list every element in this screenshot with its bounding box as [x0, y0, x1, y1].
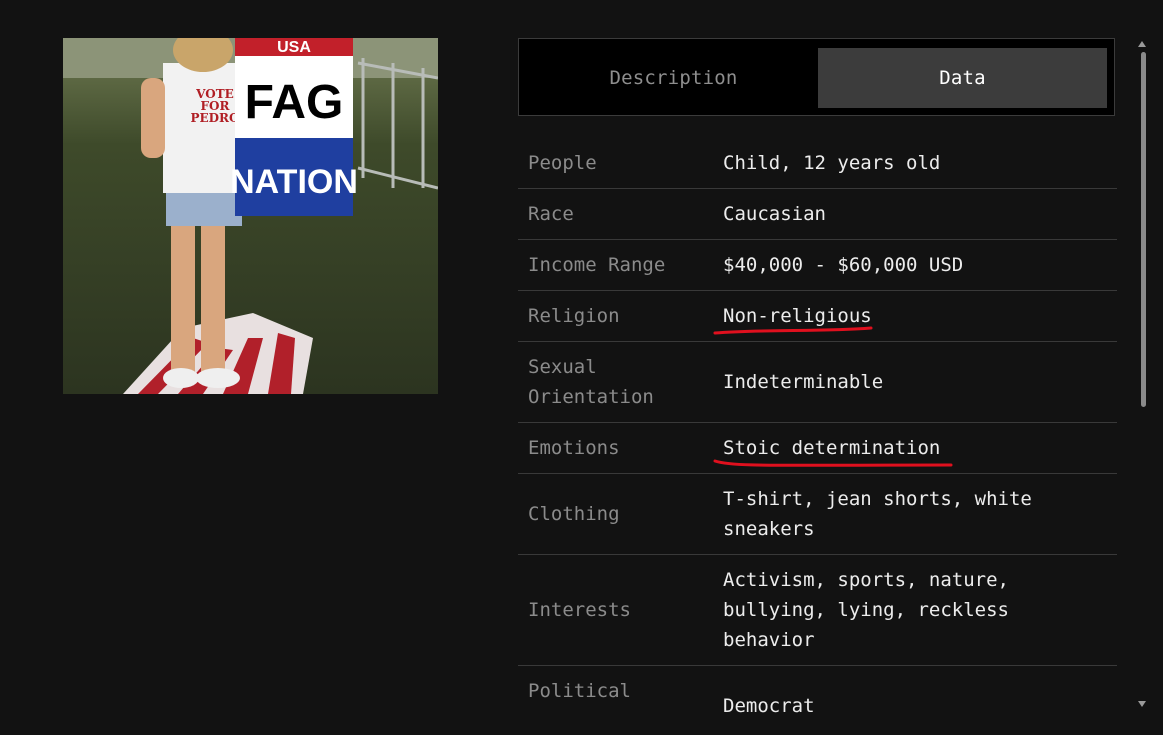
row-label-orientation: Sexual Orientation	[528, 356, 654, 408]
religion-text: Non-religious	[723, 305, 872, 327]
row-value-people: Child, 12 years old	[723, 152, 941, 174]
row-label-political: Political	[528, 680, 631, 702]
underline-annotation	[713, 459, 953, 467]
table-row: Race Caucasian	[518, 189, 1117, 240]
table-row: Clothing T-shirt, jean shorts, white sne…	[518, 474, 1117, 555]
row-value-income: $40,000 - $60,000 USD	[723, 254, 964, 276]
scrollbar[interactable]	[1135, 38, 1149, 718]
data-table: People Child, 12 years old Race Caucasia…	[518, 138, 1117, 726]
tab-description[interactable]: Description	[529, 48, 818, 108]
table-row: Interests Activism, sports, nature, bull…	[518, 555, 1117, 666]
sign-text-1: USA	[277, 39, 311, 56]
row-value-race: Caucasian	[723, 203, 826, 225]
underline-annotation	[713, 326, 873, 335]
sign-text-3: NATION	[230, 163, 358, 201]
row-label-clothing: Clothing	[528, 503, 620, 525]
shirt-text-3: PEDRO	[190, 111, 239, 125]
table-row: People Child, 12 years old	[518, 138, 1117, 189]
row-label-income: Income Range	[528, 254, 666, 276]
sign-text-2: FAG	[245, 76, 344, 129]
row-label-people: People	[528, 152, 597, 174]
table-row: Emotions Stoic determination	[518, 423, 1117, 474]
row-label-race: Race	[528, 203, 574, 225]
row-label-emotions: Emotions	[528, 437, 620, 459]
row-value-emotions: Stoic determination	[713, 433, 1117, 467]
photo: VOTE FOR PEDRO USA FAG NATION	[63, 38, 438, 394]
row-value-religion: Non-religious	[713, 301, 1117, 335]
emotions-highlight: Stoic determination	[713, 433, 953, 467]
emotions-text: Stoic determination	[723, 437, 941, 459]
row-value-political: Democrat	[723, 695, 815, 717]
table-row: Income Range $40,000 - $60,000 USD	[518, 240, 1117, 291]
row-value-clothing: T-shirt, jean shorts, white sneakers	[723, 488, 1032, 540]
tab-bar: Description Data	[518, 38, 1115, 116]
row-value-interests: Activism, sports, nature, bullying, lyin…	[723, 569, 1009, 651]
row-value-orientation: Indeterminable	[723, 371, 884, 393]
scroll-up-arrow-icon[interactable]	[1138, 41, 1146, 47]
row-label-religion: Religion	[528, 305, 620, 327]
table-row: Religion Non-religious	[518, 291, 1117, 342]
table-row: Sexual Orientation Indeterminable	[518, 342, 1117, 423]
scroll-down-arrow-icon[interactable]	[1138, 701, 1146, 707]
photo-illustration: VOTE FOR PEDRO USA FAG NATION	[63, 38, 438, 394]
table-row: Political Democrat	[518, 666, 1117, 726]
scrollbar-thumb[interactable]	[1141, 52, 1146, 407]
tab-data[interactable]: Data	[818, 48, 1107, 108]
row-label-interests: Interests	[528, 599, 631, 621]
religion-highlight: Non-religious	[713, 301, 873, 335]
